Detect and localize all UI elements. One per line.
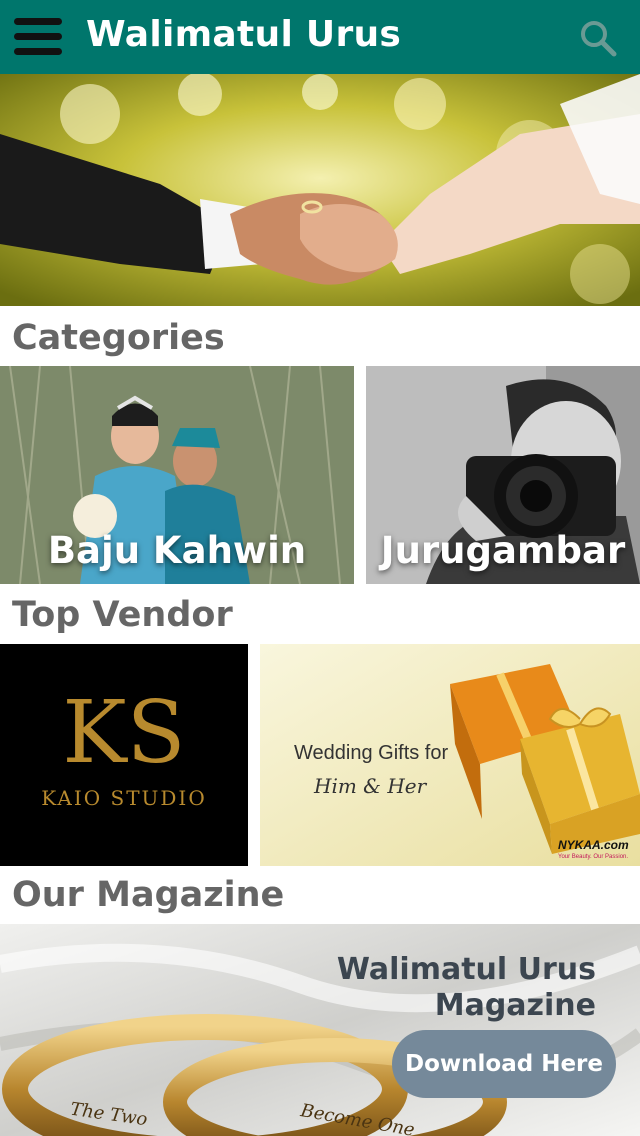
kaio-studio-logo: KS xyxy=(62,683,186,783)
category-label-jurugambar: Jurugambar xyxy=(380,529,626,572)
app-title: Walimatul Urus xyxy=(86,14,402,55)
menu-line xyxy=(14,18,62,25)
hamburger-icon[interactable] xyxy=(14,18,62,56)
download-here-button[interactable]: Download Here xyxy=(392,1030,616,1098)
hero-illustration xyxy=(0,74,640,306)
magazine-heading: Our Magazine xyxy=(12,875,285,915)
app-root: Walimatul Urus Categories Baju Kahwin Ju… xyxy=(0,0,640,1136)
kaio-studio-name: KAIO STUDIO xyxy=(41,786,207,810)
magazine-title-line1: Walimatul Urus xyxy=(336,952,596,987)
category-label-baju-kahwin: Baju Kahwin xyxy=(47,529,307,572)
menu-line xyxy=(14,48,62,55)
top-vendor-heading: Top Vendor xyxy=(12,595,233,635)
category-tile-baju-kahwin[interactable]: Baju Kahwin xyxy=(0,366,354,584)
nykaa-brand: NYKAA.com xyxy=(558,838,629,852)
vendor-tile-nykaa-gifts[interactable]: Wedding Gifts for Him & Her NYKAA.com Yo… xyxy=(260,644,640,866)
top-app-bar: Walimatul Urus xyxy=(0,0,640,74)
vendor-tile-kaio-studio[interactable]: KS KAIO STUDIO xyxy=(0,644,248,866)
gift-headline: Wedding Gifts for xyxy=(294,742,449,764)
categories-heading: Categories xyxy=(12,318,225,358)
hero-banner-image[interactable] xyxy=(0,74,640,306)
search-icon[interactable] xyxy=(578,18,618,58)
gift-subline: Him & Her xyxy=(314,774,427,798)
nykaa-tagline: Your Beauty. Our Passion. xyxy=(558,854,629,860)
menu-line xyxy=(14,33,62,40)
search-glyph xyxy=(581,21,617,57)
category-tile-jurugambar[interactable]: Jurugambar xyxy=(366,366,640,584)
magazine-title-line2: Magazine xyxy=(434,988,596,1023)
